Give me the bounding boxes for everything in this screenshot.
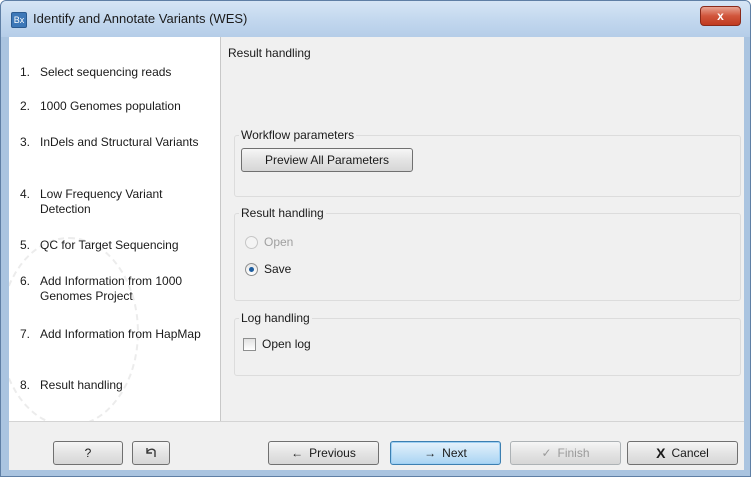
- window-title: Identify and Annotate Variants (WES): [33, 11, 248, 26]
- finish-label: Finish: [557, 446, 590, 460]
- close-icon: X: [656, 445, 666, 461]
- next-button[interactable]: → Next: [390, 441, 501, 465]
- open-log-checkbox[interactable]: [243, 337, 256, 351]
- radio-selected-dot: [249, 266, 254, 272]
- arrow-right-icon: →: [424, 446, 437, 460]
- panel-title: Result handling: [228, 46, 311, 60]
- help-icon: ?: [84, 446, 92, 460]
- step-label: InDels and Structural Variants: [40, 135, 199, 149]
- group-label: Log handling: [239, 311, 312, 325]
- result-handling-group: Result handling Open Save: [234, 206, 741, 301]
- arrow-left-icon: ←: [291, 446, 304, 460]
- step-content-panel: Result handling Workflow parameters Prev…: [222, 37, 744, 421]
- group-label: Workflow parameters: [239, 128, 357, 142]
- step-1000-genomes-project: 6. Add Information from 1000 Genomes Pro…: [20, 274, 215, 304]
- step-label: Low Frequency Variant Detection: [40, 187, 163, 216]
- open-log-label: Open log: [262, 337, 311, 351]
- close-button[interactable]: x: [700, 6, 741, 26]
- save-radio[interactable]: [245, 262, 258, 276]
- step-qc-target: 5. QC for Target Sequencing: [20, 238, 215, 253]
- help-button[interactable]: ?: [53, 441, 123, 465]
- footer-separator: [9, 421, 744, 422]
- open-radio-option[interactable]: Open: [245, 235, 293, 249]
- log-handling-group: Log handling Open log: [234, 311, 741, 376]
- step-low-frequency: 4. Low Frequency Variant Detection: [20, 187, 215, 217]
- step-result-handling: 8. Result handling: [20, 378, 215, 393]
- dialog-window: Bx Identify and Annotate Variants (WES) …: [0, 0, 751, 477]
- previous-label: Previous: [309, 446, 356, 460]
- step-label: Add Information from HapMap: [40, 327, 201, 341]
- step-1000-genomes-population: 2. 1000 Genomes population: [20, 99, 215, 114]
- step-label: Result handling: [40, 378, 123, 392]
- open-radio[interactable]: [245, 235, 258, 249]
- step-select-reads: 1. Select sequencing reads: [20, 65, 215, 80]
- cancel-label: Cancel: [671, 446, 709, 460]
- title-bar: Bx Identify and Annotate Variants (WES) …: [1, 1, 750, 37]
- save-radio-option[interactable]: Save: [245, 262, 291, 276]
- app-icon: Bx: [11, 12, 27, 28]
- step-label: Add Information from 1000 Genomes Projec…: [40, 274, 183, 303]
- reset-button[interactable]: [132, 441, 170, 465]
- step-label: Select sequencing reads: [40, 65, 172, 79]
- save-radio-label: Save: [264, 262, 292, 276]
- group-label: Result handling: [239, 206, 326, 220]
- reset-icon: [146, 448, 156, 457]
- finish-button[interactable]: ✓ Finish: [510, 441, 621, 465]
- step-hapmap: 7. Add Information from HapMap: [20, 327, 215, 342]
- workflow-parameters-group: Workflow parameters Preview All Paramete…: [234, 128, 741, 197]
- next-label: Next: [442, 446, 467, 460]
- step-label: QC for Target Sequencing: [40, 238, 179, 252]
- open-log-option[interactable]: Open log: [243, 337, 311, 351]
- cancel-button[interactable]: X Cancel: [627, 441, 738, 465]
- previous-button[interactable]: ← Previous: [268, 441, 379, 465]
- check-icon: ✓: [541, 446, 552, 460]
- open-radio-label: Open: [264, 235, 294, 249]
- wizard-steps-list: 1. Select sequencing reads 2. 1000 Genom…: [9, 37, 221, 421]
- step-label: 1000 Genomes population: [40, 99, 181, 113]
- preview-all-parameters-button[interactable]: Preview All Parameters: [241, 148, 413, 172]
- dialog-body: 1. Select sequencing reads 2. 1000 Genom…: [9, 37, 744, 470]
- step-indels: 3. InDels and Structural Variants: [20, 135, 215, 150]
